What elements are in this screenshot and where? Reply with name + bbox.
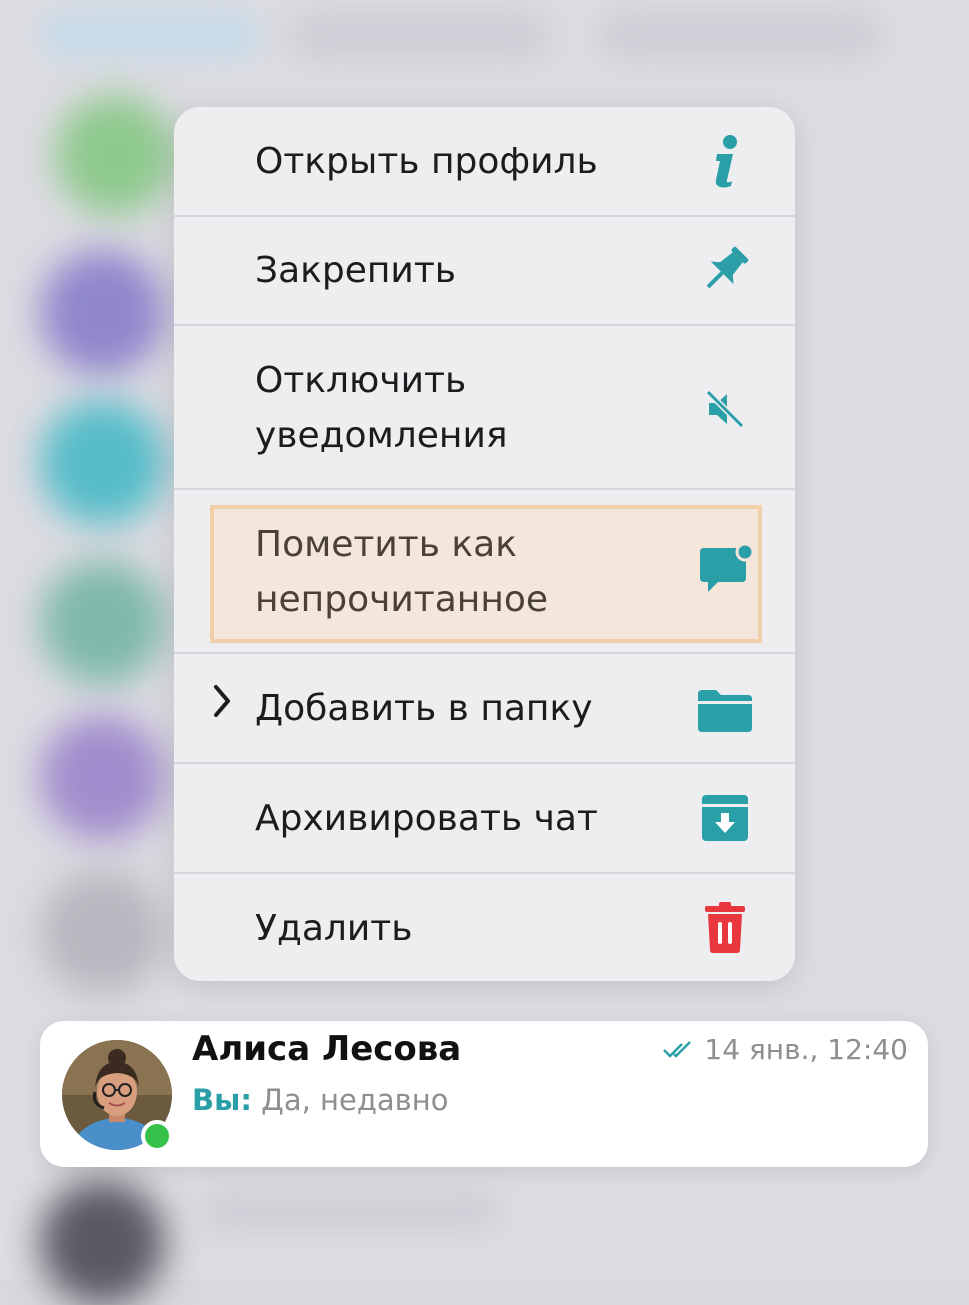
menu-item-mark-unread[interactable]: Пометить как непрочитанное [174, 490, 795, 652]
archive-icon [695, 788, 755, 848]
menu-item-pin[interactable]: Закрепить [174, 217, 795, 324]
chat-timestamp: 14 янв., 12:40 [662, 1033, 908, 1066]
chevron-right-icon [210, 681, 234, 730]
menu-item-label: Закрепить [255, 250, 457, 291]
pin-icon [695, 240, 755, 300]
menu-item-label: Удалить [255, 908, 413, 949]
trash-icon [695, 898, 755, 958]
menu-item-label-line2: непрочитанное [255, 579, 549, 620]
unread-chat-icon [695, 542, 755, 602]
menu-item-label-line1: Отключить [255, 360, 467, 401]
info-icon [695, 131, 755, 191]
chat-message-text: Да, недавно [261, 1083, 449, 1117]
chat-sender-label: Вы: [192, 1083, 252, 1117]
menu-item-mute-notifications[interactable]: Отключить уведомления [174, 326, 795, 488]
menu-item-label-line2: уведомления [255, 415, 508, 456]
menu-item-label: Архивировать чат [255, 798, 598, 839]
menu-item-delete[interactable]: Удалить [174, 874, 795, 981]
chat-time-text: 14 янв., 12:40 [704, 1033, 908, 1066]
double-check-icon [663, 1040, 692, 1058]
menu-item-archive-chat[interactable]: Архивировать чат [174, 764, 795, 872]
online-status-dot [141, 1120, 173, 1152]
chat-contact-name: Алиса Лесова [192, 1029, 462, 1069]
context-menu: Открыть профиль Закрепить Отключить увед… [174, 107, 795, 981]
chat-last-message: Вы: Да, недавно [192, 1083, 448, 1117]
menu-item-label: Добавить в папку [255, 688, 593, 729]
mute-icon [695, 379, 755, 439]
menu-item-add-to-folder[interactable]: Добавить в папку [174, 654, 795, 762]
menu-item-label: Открыть профиль [255, 141, 598, 182]
menu-item-open-profile[interactable]: Открыть профиль [174, 107, 795, 215]
menu-item-label-line1: Пометить как [255, 524, 517, 565]
chat-preview-card[interactable]: Алиса Лесова 14 янв., 12:40 Вы: Да, неда… [40, 1021, 928, 1167]
folder-icon [695, 680, 755, 740]
